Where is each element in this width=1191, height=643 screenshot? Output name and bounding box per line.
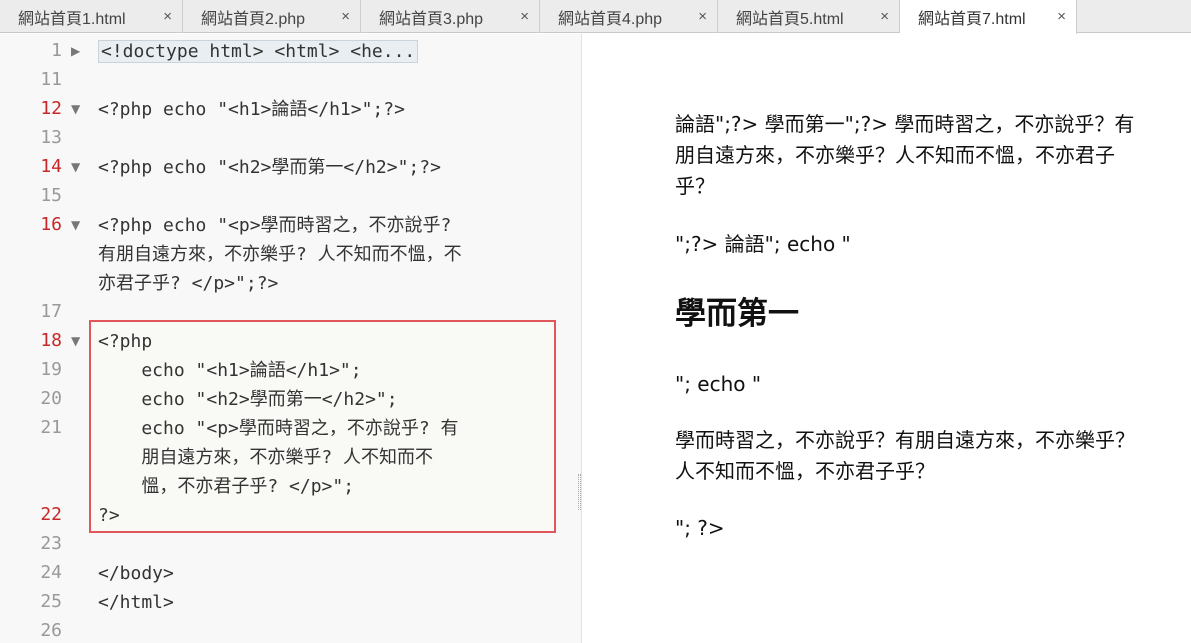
code-line: 有朋自遠方來，不亦樂乎? 人不知而不慍，不 xyxy=(98,244,462,265)
line-number: 15 xyxy=(40,185,62,206)
preview-text: "; ?> xyxy=(675,516,725,540)
code-line: 朋自遠方來，不亦樂乎? 人不知而不 xyxy=(98,447,434,468)
pane-resize-handle[interactable] xyxy=(578,474,581,510)
preview-text: 學而時習之，不亦說乎？有朋自遠方來，不亦樂乎？人不知而不慍，不亦君子乎？ xyxy=(675,428,1135,483)
tab-label: 網站首頁3.php xyxy=(379,10,484,28)
code-line: 慍，不亦君子乎? </p>"; xyxy=(98,476,355,497)
code-line: </html> xyxy=(98,592,174,613)
collapsed-code[interactable]: <!doctype html> <html> <he... xyxy=(98,40,419,63)
line-number: 13 xyxy=(40,127,62,148)
code-line: <?php xyxy=(98,331,153,352)
fold-collapse-icon[interactable]: ▼ xyxy=(71,334,80,348)
tab-file-2[interactable]: 網站首頁2.php × xyxy=(183,0,361,33)
fold-collapse-icon[interactable]: ▼ xyxy=(71,102,80,116)
code-line: echo "<p>學而時習之，不亦說乎? 有 xyxy=(98,418,459,439)
close-icon[interactable]: × xyxy=(1057,8,1066,25)
code-line: </body> xyxy=(98,563,174,584)
tab-label: 網站首頁1.html xyxy=(18,10,126,28)
tab-bar: 網站首頁1.html × 網站首頁2.php × 網站首頁3.php × 網站首… xyxy=(0,0,1191,34)
code-line: 亦君子乎? </p>";?> xyxy=(98,273,279,294)
tab-file-5[interactable]: 網站首頁5.html × xyxy=(718,0,900,33)
code-line: <?php echo "<p>學而時習之，不亦說乎? xyxy=(98,215,452,236)
tab-label: 網站首頁7.html xyxy=(918,11,1026,28)
code-editor[interactable]: 1 11 12 13 14 15 16 17 18 19 20 21 22 23… xyxy=(0,34,582,643)
line-number: 14 xyxy=(40,156,62,177)
preview-text: ";?> 論語"; echo " xyxy=(675,232,851,256)
line-number: 26 xyxy=(40,620,62,641)
close-icon[interactable]: × xyxy=(880,8,889,25)
line-number: 24 xyxy=(40,562,62,583)
tab-file-4[interactable]: 網站首頁4.php × xyxy=(540,0,718,33)
code-line: echo "<h2>學而第一</h2>"; xyxy=(98,389,398,410)
line-number: 21 xyxy=(40,417,62,438)
line-number: 19 xyxy=(40,359,62,380)
line-number: 20 xyxy=(40,388,62,409)
tab-file-7-active[interactable]: 網站首頁7.html × xyxy=(900,0,1077,34)
line-number: 16 xyxy=(40,214,62,235)
line-number: 23 xyxy=(40,533,62,554)
fold-collapse-icon[interactable]: ▼ xyxy=(71,218,80,232)
tab-file-3[interactable]: 網站首頁3.php × xyxy=(361,0,540,33)
code-line: ?> xyxy=(98,505,120,526)
code-line: <?php echo "<h1>論語</h1>";?> xyxy=(98,99,405,120)
line-number: 25 xyxy=(40,591,62,612)
line-number: 18 xyxy=(40,330,62,351)
live-preview: 論語";?> 學而第一";?> 學而時習之，不亦說乎？有朋自遠方來，不亦樂乎？人… xyxy=(583,34,1191,643)
close-icon[interactable]: × xyxy=(341,8,350,25)
preview-text: 論語";?> 學而第一";?> 學而時習之，不亦說乎？有朋自遠方來，不亦樂乎？人… xyxy=(675,112,1135,198)
code-line: echo "<h1>論語</h1>"; xyxy=(98,360,362,381)
close-icon[interactable]: × xyxy=(163,8,172,25)
line-number: 12 xyxy=(40,98,62,119)
code-line: <?php echo "<h2>學而第一</h2>";?> xyxy=(98,157,441,178)
tab-label: 網站首頁4.php xyxy=(558,10,663,28)
close-icon[interactable]: × xyxy=(520,8,529,25)
tab-file-1[interactable]: 網站首頁1.html × xyxy=(0,0,183,33)
line-number: 1 xyxy=(51,40,62,61)
tab-label: 網站首頁2.php xyxy=(201,10,306,28)
preview-heading: 學而第一 xyxy=(675,296,799,332)
fold-collapse-icon[interactable]: ▼ xyxy=(71,160,80,174)
line-number: 17 xyxy=(40,301,62,322)
tab-label: 網站首頁5.html xyxy=(736,10,844,28)
fold-expand-icon[interactable]: ▶ xyxy=(71,44,80,58)
line-number: 11 xyxy=(40,69,62,90)
close-icon[interactable]: × xyxy=(698,8,707,25)
line-number: 22 xyxy=(40,504,62,525)
preview-text: "; echo " xyxy=(675,372,762,396)
